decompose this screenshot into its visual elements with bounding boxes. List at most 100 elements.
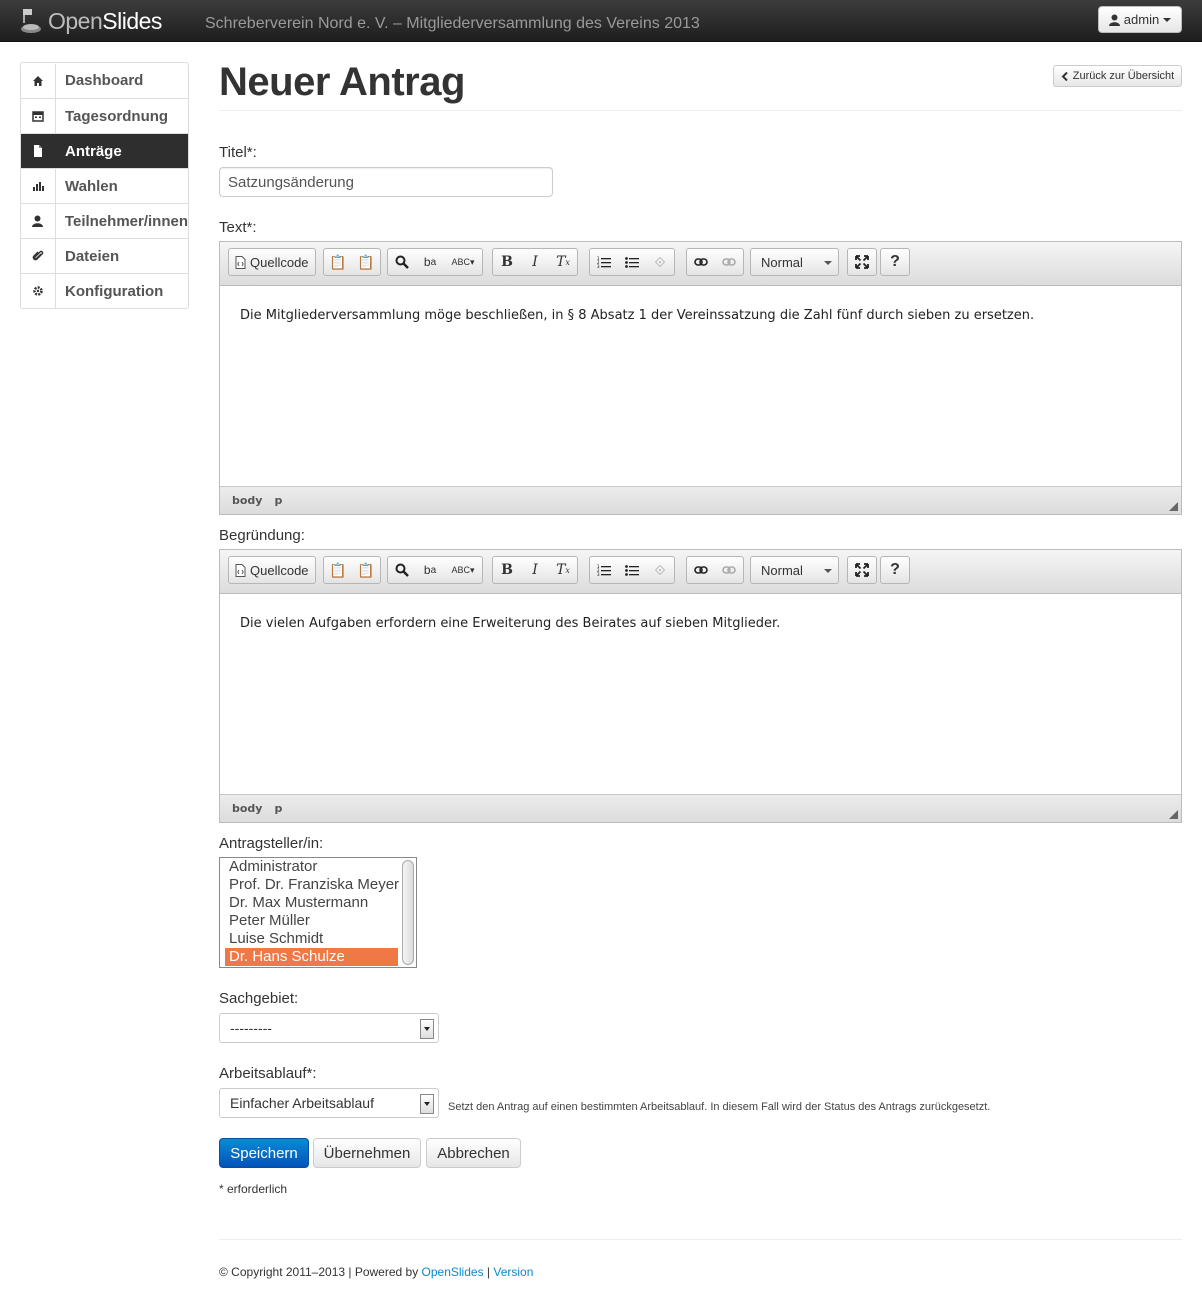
user-icon [1108, 14, 1120, 26]
home-icon [21, 63, 56, 98]
link-icon[interactable] [687, 557, 715, 583]
sidebar-item-config[interactable]: Konfiguration [21, 273, 188, 308]
paste-word-icon[interactable]: 📋 [352, 557, 380, 583]
sidebar-item-agenda[interactable]: Tagesordnung [21, 98, 188, 133]
source-label: Quellcode [250, 254, 309, 270]
paste-text-icon[interactable]: 📋 [324, 557, 352, 583]
path-p[interactable]: p [274, 494, 282, 507]
footer-openslides-link[interactable]: OpenSlides [422, 1265, 484, 1279]
spellcheck-icon[interactable]: ABC▾ [444, 249, 482, 275]
numbered-list-icon[interactable]: 123 [590, 557, 618, 583]
footer-version-link[interactable]: Version [493, 1265, 533, 1279]
submitter-option[interactable]: Administrator [225, 858, 416, 876]
find-icon[interactable] [388, 249, 416, 275]
source-button[interactable]: Quellcode [229, 249, 315, 275]
submitter-option[interactable]: Prof. Dr. Franziska Meyer [225, 876, 416, 894]
openslides-logo[interactable]: Open Slides [20, 6, 162, 36]
apply-button[interactable]: Übernehmen [313, 1138, 421, 1168]
path-body[interactable]: body [232, 494, 262, 507]
format-dropdown[interactable]: Normal [750, 556, 839, 584]
bullet-list-icon[interactable] [618, 249, 646, 275]
category-select[interactable]: --------- [219, 1013, 439, 1043]
resize-handle-icon[interactable] [1169, 502, 1178, 511]
listbox-scrollbar[interactable] [402, 860, 414, 965]
paste-word-icon[interactable]: 📋 [352, 249, 380, 275]
file-icon [21, 134, 56, 168]
header-divider [219, 110, 1182, 111]
logo-text-bold: Slides [102, 7, 162, 34]
reason-editor-content[interactable]: Die vielen Aufgaben erfordern eine Erwei… [220, 594, 1181, 653]
cancel-button[interactable]: Abbrechen [426, 1138, 521, 1168]
unlink-icon[interactable] [715, 557, 743, 583]
chevron-down-icon [420, 1019, 434, 1039]
maximize-icon[interactable] [848, 249, 876, 275]
unlink-icon[interactable] [715, 249, 743, 275]
submitter-option[interactable]: Peter Müller [225, 912, 416, 930]
source-button[interactable]: Quellcode [229, 557, 315, 583]
text-label: Text*: [219, 219, 257, 236]
editor-path-bar: body p [220, 486, 1181, 514]
workflow-help-text: Setzt den Antrag auf einen bestimmten Ar… [448, 1101, 991, 1113]
path-p[interactable]: p [274, 802, 282, 815]
user-menu-button[interactable]: admin [1098, 6, 1182, 33]
blockquote-icon[interactable]: ⟐ [646, 557, 674, 583]
sidebar-nav: Dashboard Tagesordnung Anträge Wahlen Te… [20, 62, 189, 309]
bold-icon[interactable]: B [493, 249, 521, 275]
blockquote-icon[interactable]: ⟐ [646, 249, 674, 275]
spellcheck-icon[interactable]: ABC▾ [444, 557, 482, 583]
italic-icon[interactable]: I [521, 249, 549, 275]
search-group: ba ABC▾ [387, 248, 483, 276]
source-icon [235, 563, 246, 577]
resize-handle-icon[interactable] [1169, 810, 1178, 819]
bullet-list-icon[interactable] [618, 557, 646, 583]
calendar-icon [21, 99, 56, 133]
sidebar-item-motions[interactable]: Anträge [21, 133, 188, 168]
title-input[interactable] [219, 167, 553, 197]
workflow-select[interactable]: Einfacher Arbeitsablauf [219, 1088, 439, 1118]
svg-text:3: 3 [597, 572, 600, 576]
numbered-list-icon[interactable]: 123 [590, 249, 618, 275]
back-button-label: Zurück zur Übersicht [1072, 70, 1175, 82]
text-editor-content[interactable]: Die Mitgliederversammlung möge beschließ… [220, 286, 1181, 345]
submitter-option[interactable]: Luise Schmidt [225, 930, 416, 948]
submitter-option-selected[interactable]: Dr. Hans Schulze [225, 948, 398, 966]
submitter-option[interactable]: Dr. Max Mustermann [225, 894, 416, 912]
sidebar-item-files[interactable]: Dateien [21, 238, 188, 273]
format-value: Normal [761, 254, 803, 270]
submitter-listbox[interactable]: Administrator Prof. Dr. Franziska Meyer … [219, 857, 417, 968]
format-dropdown[interactable]: Normal [750, 248, 839, 276]
user-name: admin [1123, 12, 1160, 27]
sidebar-item-elections[interactable]: Wahlen [21, 168, 188, 203]
footer-copyright: © Copyright 2011–2013 | Powered by [219, 1265, 422, 1279]
sidebar-item-dashboard[interactable]: Dashboard [21, 63, 188, 98]
find-icon[interactable] [388, 557, 416, 583]
sidebar-item-label: Teilnehmer/innen [64, 212, 188, 230]
remove-format-icon[interactable]: Tx [549, 249, 577, 275]
logo-icon [21, 9, 41, 33]
replace-icon[interactable]: ba [416, 557, 444, 583]
source-group: Quellcode [228, 556, 316, 584]
page-title: Neuer Antrag [219, 60, 465, 104]
chevron-down-icon [1163, 17, 1172, 22]
help-icon[interactable]: ? [881, 249, 909, 275]
user-icon [21, 204, 56, 238]
path-body[interactable]: body [232, 802, 262, 815]
remove-format-icon[interactable]: Tx [549, 557, 577, 583]
save-button[interactable]: Speichern [219, 1138, 309, 1168]
link-icon[interactable] [687, 249, 715, 275]
help-icon[interactable]: ? [881, 557, 909, 583]
maximize-icon[interactable] [848, 557, 876, 583]
sidebar-item-participants[interactable]: Teilnehmer/innen [21, 203, 188, 238]
logo-text-light: Open [48, 7, 103, 34]
chevron-left-icon [1061, 71, 1068, 81]
italic-icon[interactable]: I [521, 557, 549, 583]
search-group: ba ABC▾ [387, 556, 483, 584]
editor-toolbar: Quellcode 📋 📋 ba ABC▾ B I Tx 123 ⟐ Norma… [220, 550, 1181, 594]
workflow-label: Arbeitsablauf*: [219, 1065, 317, 1082]
footer-divider [219, 1239, 1182, 1240]
replace-icon[interactable]: ba [416, 249, 444, 275]
bar-chart-icon [21, 169, 56, 203]
bold-icon[interactable]: B [493, 557, 521, 583]
back-to-overview-button[interactable]: Zurück zur Übersicht [1053, 65, 1182, 87]
paste-text-icon[interactable]: 📋 [324, 249, 352, 275]
